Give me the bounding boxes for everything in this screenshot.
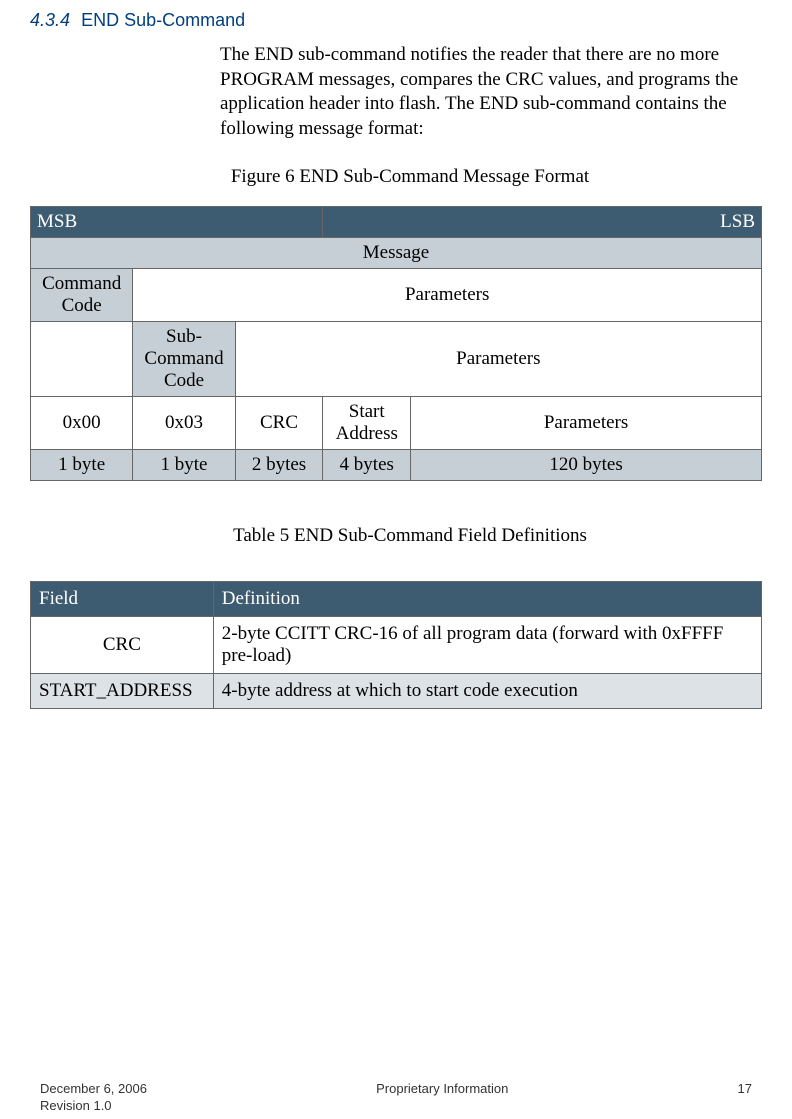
figure-6-caption: Figure 6 END Sub-Command Message Format bbox=[200, 166, 620, 188]
value-cell: 0x03 bbox=[133, 396, 235, 449]
parameters-cell: Parameters bbox=[133, 268, 762, 321]
size-cell: 120 bytes bbox=[411, 449, 762, 480]
footer-left: December 6, 2006 Revision 1.0 bbox=[40, 1081, 147, 1115]
footer-revision: Revision 1.0 bbox=[40, 1098, 147, 1115]
definition-cell: 4-byte address at which to start code ex… bbox=[213, 673, 761, 708]
section-title: END Sub-Command bbox=[81, 10, 245, 30]
field-header: Field bbox=[31, 581, 214, 616]
definition-header: Definition bbox=[213, 581, 761, 616]
table-row: Command Code Parameters bbox=[31, 268, 762, 321]
value-cell: Parameters bbox=[411, 396, 762, 449]
size-cell: 2 bytes bbox=[235, 449, 323, 480]
table-row: CRC 2-byte CCITT CRC-16 of all program d… bbox=[31, 616, 762, 673]
message-cell: Message bbox=[31, 237, 762, 268]
section-number: 4.3.4 bbox=[30, 10, 70, 30]
message-format-table: MSB LSB Message Command Code Parameters … bbox=[30, 206, 762, 481]
field-cell: START_ADDRESS bbox=[31, 673, 214, 708]
lsb-label: LSB bbox=[323, 206, 762, 237]
command-code-cell: Command Code bbox=[31, 268, 133, 321]
size-cell: 4 bytes bbox=[323, 449, 411, 480]
footer-page-number: 17 bbox=[738, 1081, 752, 1115]
parameters-cell: Parameters bbox=[235, 321, 761, 396]
table-row: Field Definition bbox=[31, 581, 762, 616]
table-row: 1 byte 1 byte 2 bytes 4 bytes 120 bytes bbox=[31, 449, 762, 480]
value-cell: Start Address bbox=[323, 396, 411, 449]
size-cell: 1 byte bbox=[31, 449, 133, 480]
blank-cell bbox=[31, 321, 133, 396]
table-row: Sub-Command Code Parameters bbox=[31, 321, 762, 396]
page-footer: December 6, 2006 Revision 1.0 Proprietar… bbox=[40, 1081, 752, 1115]
field-cell: CRC bbox=[31, 616, 214, 673]
field-definitions-table: Field Definition CRC 2-byte CCITT CRC-16… bbox=[30, 581, 762, 709]
table-row: MSB LSB bbox=[31, 206, 762, 237]
footer-center: Proprietary Information bbox=[376, 1081, 508, 1115]
definition-cell: 2-byte CCITT CRC-16 of all program data … bbox=[213, 616, 761, 673]
intro-paragraph: The END sub-command notifies the reader … bbox=[220, 43, 752, 142]
size-cell: 1 byte bbox=[133, 449, 235, 480]
sub-command-code-cell: Sub-Command Code bbox=[133, 321, 235, 396]
value-cell: CRC bbox=[235, 396, 323, 449]
table-5-caption: Table 5 END Sub-Command Field Definition… bbox=[200, 525, 620, 547]
msb-label: MSB bbox=[31, 206, 323, 237]
table-row: 0x00 0x03 CRC Start Address Parameters bbox=[31, 396, 762, 449]
table-row: START_ADDRESS 4-byte address at which to… bbox=[31, 673, 762, 708]
table-row: Message bbox=[31, 237, 762, 268]
value-cell: 0x00 bbox=[31, 396, 133, 449]
footer-date: December 6, 2006 bbox=[40, 1081, 147, 1098]
section-heading: 4.3.4 END Sub-Command bbox=[30, 10, 762, 31]
